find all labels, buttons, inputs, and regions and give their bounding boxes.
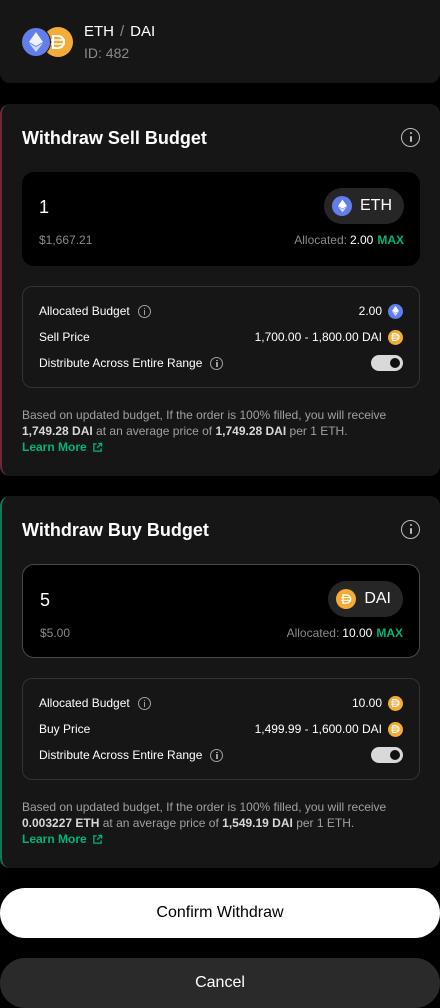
sell-token-selector: ETH [324,188,404,224]
allocated-budget-value: 10.00 [351,696,382,710]
buy-price-value: 1,499.99 - 1,600.00 DAI [254,722,382,736]
buy-note-p1: Based on updated budget, If the order is… [22,800,387,814]
distribute-row: Distribute Across Entire Range [39,747,403,763]
sell-card-title: Withdraw Sell Budget [22,128,207,148]
sell-price-value: 1,700.00 - 1,800.00 DAI [254,330,382,344]
buy-token-label: DAI [364,590,391,607]
buy-note-price: 1,549.19 DAI [222,816,293,830]
sell-allocated: Allocated: 2.00 MAX [294,233,404,247]
pair-header: ETH / DAI ID: 482 [0,0,440,83]
buy-price-row: Buy Price 1,499.99 - 1,600.00 DAI [39,721,403,737]
buy-amount-box: DAI $5.00 Allocated:10.00MAX [22,564,420,658]
sell-note: Based on updated budget, If the order is… [22,407,412,439]
sell-note-p3: per 1 ETH. [286,424,348,438]
buy-price-label: Buy Price [39,722,91,736]
info-icon[interactable] [210,748,224,762]
external-link-icon [92,834,102,844]
info-icon[interactable] [137,696,151,710]
buy-card-title: Withdraw Buy Budget [22,520,209,540]
sell-amount-box: ETH $1,667.21 Allocated:2.00MAX [22,172,420,266]
buy-note-p3: per 1 ETH. [292,816,355,830]
sell-note-p2: at an average price of [92,424,216,438]
ethereum-icon [21,27,51,57]
pair-title: ETH / DAI [84,23,155,40]
buy-allocated: Allocated: 10.00 MAX [287,626,403,640]
allocated-budget-row: Allocated Budget 10.00 [39,695,403,711]
allocated-value: 2.00 [349,233,374,247]
pair-separator: / [120,23,125,40]
buy-note: Based on updated budget, If the order is… [22,799,412,831]
token-pair-icons [21,27,75,57]
allocated-budget-label: Allocated Budget [39,304,130,318]
buy-note-p2: at an average price of [99,816,223,830]
max-button[interactable]: MAX [377,233,404,247]
sell-note-receive: 1,749.28 DAI [22,424,93,438]
distribute-label: Distribute Across Entire Range [39,356,203,370]
info-icon[interactable] [401,520,420,539]
sell-amount-input[interactable] [39,197,239,218]
dai-icon [336,589,357,609]
distribute-row: Distribute Across Entire Range [39,355,403,371]
learn-more-label: Learn More [22,440,87,454]
strategy-id: ID: 482 [84,45,130,61]
base-token-label: ETH [84,23,114,40]
buy-note-receive: 0.003227 ETH [22,816,100,830]
allocated-label: Allocated: [294,233,347,247]
max-button[interactable]: MAX [376,626,403,640]
sell-price-row: Sell Price 1,700.00 - 1,800.00 DAI [39,329,403,345]
sell-price-label: Sell Price [39,330,90,344]
dai-icon [388,695,403,711]
cancel-button[interactable]: Cancel [0,958,440,1008]
allocated-budget-label: Allocated Budget [39,696,130,710]
allocated-value: 10.00 [342,626,373,640]
sell-token-label: ETH [360,197,392,214]
allocated-budget-row: Allocated Budget 2.00 [39,303,403,319]
distribute-toggle[interactable] [371,747,403,763]
learn-more-link[interactable]: Learn More [22,440,103,454]
withdraw-buy-card: Withdraw Buy Budget DAI $5.00 Allocated:… [0,496,440,868]
buy-details-box: Allocated Budget 10.00 Buy Price 1,499.9… [22,678,420,780]
ethereum-icon [332,196,352,216]
buy-amount-input[interactable] [40,590,240,611]
info-icon[interactable] [401,128,420,147]
ethereum-icon [388,303,403,319]
sell-note-price: 1,749.28 DAI [215,424,287,438]
distribute-toggle[interactable] [371,355,403,371]
dai-icon [388,721,403,737]
info-icon[interactable] [210,356,224,370]
buy-token-selector: DAI [328,581,403,617]
info-icon[interactable] [137,304,151,318]
learn-more-link[interactable]: Learn More [22,832,103,846]
learn-more-label: Learn More [22,832,87,846]
quote-token-label: DAI [130,23,156,40]
distribute-label: Distribute Across Entire Range [39,748,203,762]
sell-note-p1: Based on updated budget, If the order is… [22,408,387,422]
allocated-label: Allocated: [286,626,340,640]
withdraw-sell-card: Withdraw Sell Budget ETH $1,667.21 Alloc… [0,104,440,476]
sell-details-box: Allocated Budget 2.00 Sell Price 1,700.0… [22,286,420,388]
external-link-icon [92,442,102,452]
buy-usd-value: $5.00 [40,626,71,640]
confirm-withdraw-button[interactable]: Confirm Withdraw [0,888,440,938]
sell-usd-value: $1,667.21 [39,233,93,247]
allocated-budget-value: 2.00 [358,304,382,318]
dai-icon [388,329,403,345]
